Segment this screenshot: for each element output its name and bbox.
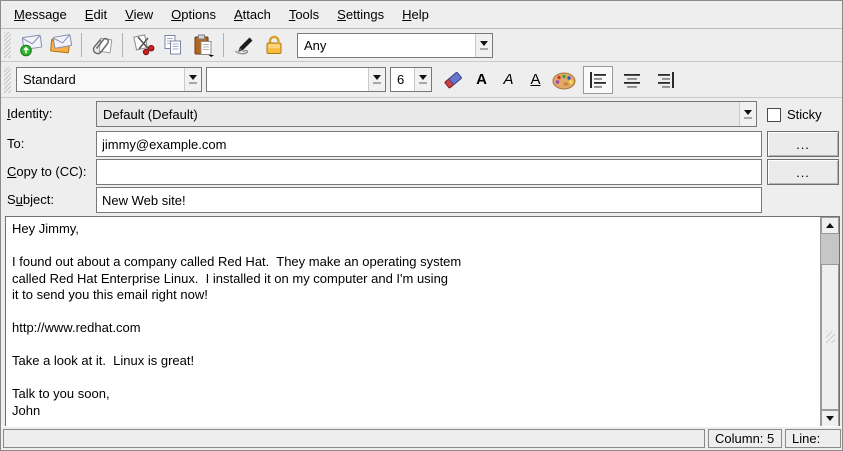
sticky-option[interactable]: Sticky — [767, 107, 822, 122]
identity-combobox[interactable]: Default (Default) — [96, 101, 757, 127]
copy-button[interactable] — [158, 31, 188, 59]
menu-message[interactable]: Message — [5, 2, 76, 28]
message-body-text[interactable]: Hey Jimmy, I found out about a company c… — [12, 221, 815, 425]
encrypt-message-icon — [262, 33, 286, 57]
cut-button[interactable] — [128, 31, 158, 59]
palette-icon — [551, 68, 577, 92]
paragraph-style-value: Standard — [17, 72, 184, 87]
scrollbar-track[interactable] — [821, 234, 839, 264]
paragraph-style-combobox[interactable]: Standard — [16, 67, 202, 92]
scrollbar-thumb[interactable] — [821, 264, 839, 410]
chevron-down-icon — [368, 68, 385, 91]
menu-edit[interactable]: Edit — [76, 2, 116, 28]
message-body-editor[interactable]: Hey Jimmy, I found out about a company c… — [5, 216, 840, 428]
cc-label: Copy to (CC): — [7, 159, 86, 185]
arrow-down-icon — [826, 416, 834, 421]
priority-value: Any — [298, 38, 475, 53]
cut-icon — [131, 33, 155, 57]
chevron-down-icon — [739, 102, 756, 126]
priority-combobox[interactable]: Any — [297, 33, 493, 58]
send-mail-icon — [19, 33, 43, 57]
font-family-combobox[interactable] — [206, 67, 386, 92]
statusbar: Column: 5 Line: 12 — [1, 426, 842, 450]
menubar: Message Edit View Options Attach Tools S… — [1, 1, 842, 29]
sign-message-button[interactable] — [229, 31, 259, 59]
message-headers: Identity: Default (Default) Sticky To: .… — [1, 98, 842, 216]
cc-input[interactable] — [96, 159, 762, 185]
encrypt-message-button[interactable] — [259, 31, 289, 59]
font-size-combobox[interactable]: 6 — [390, 67, 432, 92]
identity-label: Identity: — [7, 101, 53, 127]
identity-value: Default (Default) — [97, 107, 739, 122]
font-size-value: 6 — [391, 72, 414, 87]
sticky-label: Sticky — [787, 107, 822, 122]
attach-file-button[interactable] — [87, 31, 117, 59]
to-label: To: — [7, 131, 24, 157]
eraser-icon — [441, 68, 465, 92]
status-column-panel: Column: 5 — [708, 429, 782, 448]
menu-attach[interactable]: Attach — [225, 2, 280, 28]
menu-tools[interactable]: Tools — [280, 2, 328, 28]
underline-button[interactable]: A — [522, 66, 549, 94]
subject-input[interactable] — [96, 187, 762, 213]
align-center-icon — [621, 69, 643, 91]
scroll-up-button[interactable] — [821, 217, 839, 234]
cc-addressbook-button[interactable]: ... — [767, 159, 839, 185]
paste-icon — [191, 33, 215, 57]
scroll-down-button[interactable] — [821, 410, 839, 427]
attach-file-icon — [90, 33, 114, 57]
mail-composer-window: Message Edit View Options Attach Tools S… — [0, 0, 843, 451]
paste-button[interactable] — [188, 31, 218, 59]
chevron-down-icon — [184, 68, 201, 91]
align-center-button[interactable] — [617, 66, 647, 94]
chevron-down-icon — [414, 68, 431, 91]
menu-help[interactable]: Help — [393, 2, 438, 28]
subject-label: Subject: — [7, 187, 54, 213]
status-message-panel — [3, 429, 705, 448]
main-toolbar: Any — [1, 29, 842, 62]
text-color-button[interactable] — [549, 66, 579, 94]
toolbar-drag-handle[interactable] — [4, 32, 11, 58]
scrollbar-grip-icon — [826, 331, 835, 343]
toolbar-separator — [122, 33, 123, 57]
sticky-checkbox[interactable] — [767, 108, 781, 122]
menu-view[interactable]: View — [116, 2, 162, 28]
italic-button[interactable]: A — [495, 66, 522, 94]
align-left-button[interactable] — [583, 66, 613, 94]
align-right-button[interactable] — [651, 66, 681, 94]
remove-formatting-button[interactable] — [438, 66, 468, 94]
align-left-icon — [587, 69, 609, 91]
chevron-down-icon — [475, 34, 492, 57]
status-line-panel: Line: 12 — [785, 429, 841, 448]
toolbar-separator — [223, 33, 224, 57]
menu-options[interactable]: Options — [162, 2, 225, 28]
copy-icon — [161, 33, 185, 57]
queue-mail-button[interactable] — [46, 31, 76, 59]
bold-button[interactable]: A — [468, 66, 495, 94]
align-right-icon — [655, 69, 677, 91]
toolbar-separator — [81, 33, 82, 57]
toolbar-drag-handle[interactable] — [4, 67, 11, 93]
send-mail-button[interactable] — [16, 31, 46, 59]
arrow-up-icon — [826, 223, 834, 228]
menu-settings[interactable]: Settings — [328, 2, 393, 28]
queue-mail-icon — [49, 33, 73, 57]
to-input[interactable] — [96, 131, 762, 157]
sign-message-icon — [232, 33, 256, 57]
format-toolbar: Standard 6 A A — [1, 62, 842, 98]
vertical-scrollbar[interactable] — [820, 217, 839, 427]
to-addressbook-button[interactable]: ... — [767, 131, 839, 157]
